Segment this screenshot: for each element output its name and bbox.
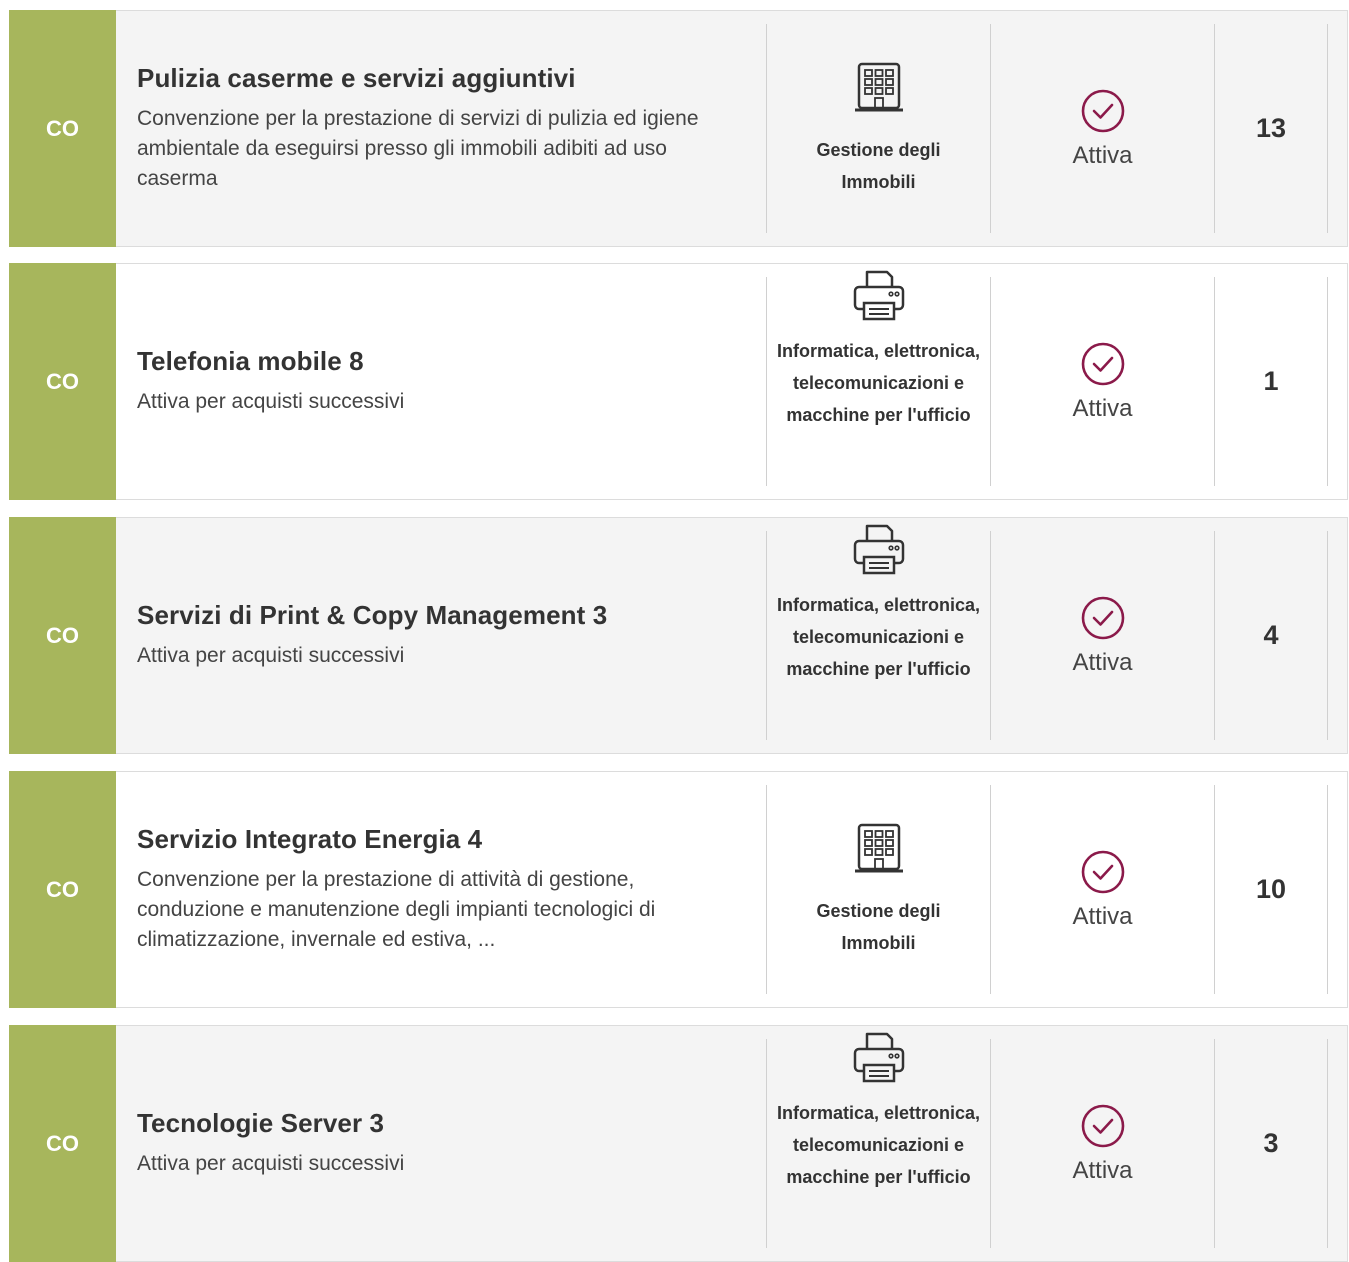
initiative-card[interactable]: CO Servizi di Print & Copy Management 3 … bbox=[9, 517, 1348, 754]
count-value: 4 bbox=[1263, 620, 1279, 650]
type-tag: CO bbox=[9, 1025, 116, 1262]
category-label: Gestione degli Immobili bbox=[816, 900, 941, 953]
status-cell: Attiva bbox=[990, 1039, 1214, 1248]
initiative-title[interactable]: Servizio Integrato Energia 4 bbox=[137, 824, 746, 855]
type-tag: CO bbox=[9, 263, 116, 500]
status-label: Attiva bbox=[1072, 1156, 1133, 1184]
count-cell: 1 bbox=[1214, 277, 1328, 486]
initiative-card[interactable]: CO Servizio Integrato Energia 4 Convenzi… bbox=[9, 771, 1348, 1008]
category-cell: Informatica, elettronica, telecomunicazi… bbox=[766, 524, 990, 740]
status-label: Attiva bbox=[1072, 394, 1133, 422]
initiative-info: Pulizia caserme e servizi aggiuntivi Con… bbox=[116, 11, 766, 246]
building-icon bbox=[854, 823, 903, 872]
check-circle-icon bbox=[1081, 1104, 1124, 1147]
category-label: Informatica, elettronica, telecomunicazi… bbox=[776, 341, 981, 425]
check-circle-icon bbox=[1081, 342, 1124, 385]
count-value: 13 bbox=[1255, 113, 1287, 143]
initiative-card[interactable]: CO Tecnologie Server 3 Attiva per acquis… bbox=[9, 1025, 1348, 1262]
count-value: 10 bbox=[1255, 874, 1287, 904]
status-cell: Attiva bbox=[990, 785, 1214, 994]
category-label: Informatica, elettronica, telecomunicazi… bbox=[776, 595, 981, 679]
status-cell: Attiva bbox=[990, 277, 1214, 486]
initiative-info: Telefonia mobile 8 Attiva per acquisti s… bbox=[116, 264, 766, 499]
count-cell: 4 bbox=[1214, 531, 1328, 740]
initiative-description: Attiva per acquisti successivi bbox=[137, 644, 405, 667]
category-cell: Informatica, elettronica, telecomunicazi… bbox=[766, 270, 990, 486]
initiative-description: Convenzione per la prestazione di serviz… bbox=[137, 107, 699, 190]
count-cell: 13 bbox=[1214, 24, 1328, 233]
initiative-description: Attiva per acquisti successivi bbox=[137, 1152, 405, 1175]
check-circle-icon bbox=[1081, 89, 1124, 132]
category-label: Informatica, elettronica, telecomunicazi… bbox=[776, 1103, 981, 1187]
initiative-title[interactable]: Pulizia caserme e servizi aggiuntivi bbox=[137, 63, 746, 94]
check-circle-icon bbox=[1081, 596, 1124, 639]
type-tag: CO bbox=[9, 10, 116, 247]
printer-icon bbox=[853, 524, 904, 575]
category-cell: Gestione degli Immobili bbox=[766, 24, 990, 233]
type-tag: CO bbox=[9, 771, 116, 1008]
initiative-card[interactable]: CO Telefonia mobile 8 Attiva per acquist… bbox=[9, 263, 1348, 500]
initiative-title[interactable]: Telefonia mobile 8 bbox=[137, 346, 746, 377]
initiative-description: Convenzione per la prestazione di attivi… bbox=[137, 868, 656, 951]
count-value: 1 bbox=[1263, 366, 1279, 396]
initiative-title[interactable]: Servizi di Print & Copy Management 3 bbox=[137, 600, 746, 631]
initiative-info: Servizi di Print & Copy Management 3 Att… bbox=[116, 518, 766, 753]
count-cell: 3 bbox=[1214, 1039, 1328, 1248]
building-icon bbox=[854, 62, 903, 111]
count-value: 3 bbox=[1263, 1128, 1279, 1158]
status-cell: Attiva bbox=[990, 531, 1214, 740]
initiative-info: Servizio Integrato Energia 4 Convenzione… bbox=[116, 772, 766, 1007]
status-label: Attiva bbox=[1072, 902, 1133, 930]
initiative-info: Tecnologie Server 3 Attiva per acquisti … bbox=[116, 1026, 766, 1261]
status-cell: Attiva bbox=[990, 24, 1214, 233]
category-label: Gestione degli Immobili bbox=[816, 139, 941, 192]
status-label: Attiva bbox=[1072, 648, 1133, 676]
initiative-description: Attiva per acquisti successivi bbox=[137, 390, 405, 413]
status-label: Attiva bbox=[1072, 141, 1133, 169]
initiative-card[interactable]: CO Pulizia caserme e servizi aggiuntivi … bbox=[9, 10, 1348, 247]
count-cell: 10 bbox=[1214, 785, 1328, 994]
check-circle-icon bbox=[1081, 850, 1124, 893]
initiative-title[interactable]: Tecnologie Server 3 bbox=[137, 1108, 746, 1139]
type-tag: CO bbox=[9, 517, 116, 754]
printer-icon bbox=[853, 270, 904, 321]
category-cell: Gestione degli Immobili bbox=[766, 785, 990, 994]
printer-icon bbox=[853, 1032, 904, 1083]
category-cell: Informatica, elettronica, telecomunicazi… bbox=[766, 1032, 990, 1248]
